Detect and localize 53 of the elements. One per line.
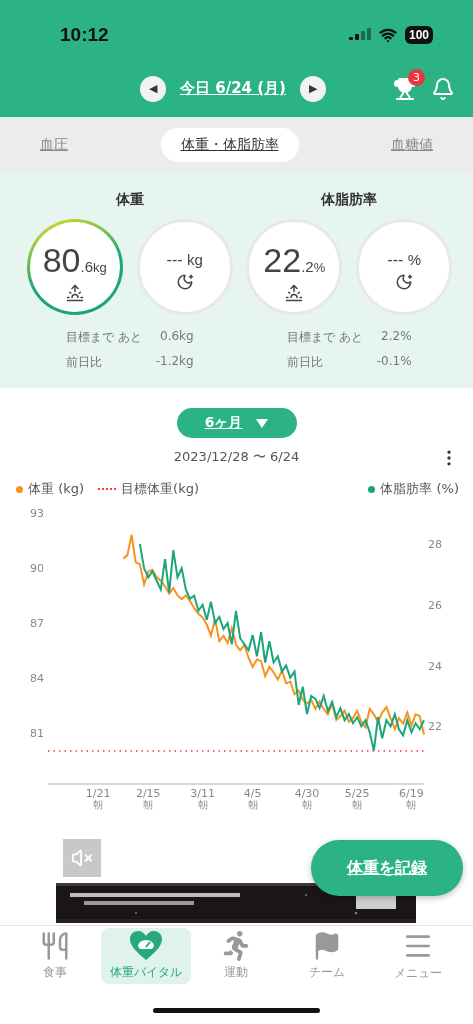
axis-label: 26 <box>428 598 442 612</box>
heart-scale-icon <box>128 931 163 961</box>
reading-circle[interactable]: 22.2% <box>246 219 343 315</box>
nav-tab[interactable]: メニュー <box>372 928 463 984</box>
metric-title: 体脂肪率 <box>321 191 378 209</box>
signal-icon <box>348 28 371 42</box>
date-link[interactable]: 今日 6/24 (月) <box>180 79 286 98</box>
goal-value: 0.6kg <box>159 329 194 345</box>
reading-value: --- kg <box>166 251 203 269</box>
tab[interactable]: 血圧 <box>20 128 88 162</box>
goal-label: 目標まで あと <box>286 329 363 346</box>
axis-label: 90 <box>30 561 44 575</box>
battery-icon: 100 <box>404 26 433 44</box>
goal-value: 2.2% <box>380 329 412 345</box>
next-day-button[interactable]: ▶ <box>299 75 326 102</box>
axis-label: 22 <box>428 720 442 734</box>
fork-knife-icon <box>40 931 71 961</box>
status-time: 10:12 <box>60 24 109 46</box>
caret-icon <box>256 418 269 428</box>
axis-label: 84 <box>30 671 44 685</box>
legend-label: 体重 (kg) <box>28 480 85 498</box>
date-range: 2023/12/28 〜 6/24 <box>173 448 300 466</box>
tab[interactable]: 体重・体脂肪率 <box>160 128 299 162</box>
diff-label: 前日比 <box>65 354 103 371</box>
notification-badge: 3 <box>408 68 425 86</box>
reading-circle[interactable]: --- % <box>356 219 453 315</box>
axis-label: 81 <box>30 726 44 740</box>
nav-tab[interactable]: 運動 <box>191 928 282 984</box>
wifi-icon <box>378 26 397 44</box>
axis-label: 28 <box>428 538 442 551</box>
diff-value: -1.2kg <box>155 354 194 370</box>
diff-label: 前日比 <box>286 354 324 371</box>
period-dropdown[interactable]: 6ヶ月 <box>176 408 297 438</box>
nav-tab[interactable]: 体重バイタル <box>100 928 192 984</box>
legend-label: 体脂肪率 (%) <box>380 480 459 498</box>
nav-tab[interactable]: チーム <box>281 928 373 984</box>
metric-title: 体重 <box>115 191 144 209</box>
legend-label: 目標体重(kg) <box>121 480 199 498</box>
axis-label: 93 <box>30 507 44 520</box>
nav-tab[interactable]: 食事 <box>10 928 101 984</box>
axis-label: 87 <box>30 616 44 630</box>
reading-value: 80.6kg <box>42 240 107 280</box>
goal-label: 目標まで あと <box>65 329 142 346</box>
record-weight-button[interactable]: 体重を記録 <box>311 840 463 896</box>
reading-circle[interactable]: --- kg <box>136 219 233 315</box>
axis-label: 24 <box>428 659 442 673</box>
reading-value: --- % <box>387 251 422 269</box>
muted-speaker-icon <box>71 847 93 869</box>
bell-icon[interactable] <box>431 76 455 101</box>
diff-value: -0.1% <box>376 354 412 370</box>
previous-day-button[interactable]: ◀ <box>140 75 166 102</box>
tab[interactable]: 血糖値 <box>371 128 453 162</box>
reading-value: 22.2% <box>263 240 326 280</box>
